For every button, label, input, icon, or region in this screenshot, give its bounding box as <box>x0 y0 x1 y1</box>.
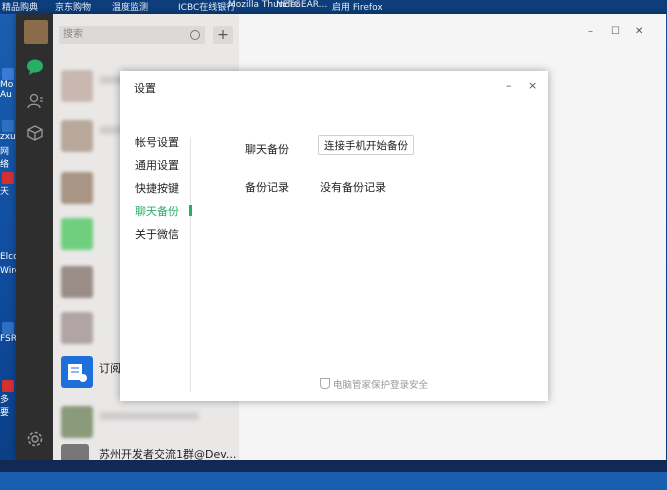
chat-avatar <box>61 70 93 102</box>
dialog-body: 帐号设置 通用设置 快捷按键 聊天备份 关于微信 聊天备份 连接手机开始备份 备… <box>120 101 548 401</box>
record-label: 备份记录 <box>245 181 289 194</box>
shield-icon <box>320 378 330 389</box>
search-placeholder: 搜索 <box>63 29 83 40</box>
dialog-close-button[interactable]: × <box>528 79 537 92</box>
desktop-icon[interactable]: Mo <box>0 68 16 90</box>
add-button[interactable]: + <box>213 26 233 44</box>
favorites-cube-icon[interactable] <box>26 124 44 142</box>
menu-about[interactable]: 关于微信 <box>135 226 179 242</box>
active-menu-indicator <box>189 205 192 216</box>
subscription-icon <box>61 356 93 388</box>
record-value: 没有备份记录 <box>320 181 386 194</box>
dialog-header: 设置 – × <box>120 71 548 101</box>
settings-dialog: 设置 – × 帐号设置 通用设置 快捷按键 聊天备份 关于微信 聊天备份 连接手… <box>120 71 548 401</box>
desktop-label[interactable]: 温度监测 <box>112 0 148 13</box>
chat-avatar <box>61 172 93 204</box>
chat-avatar <box>61 120 93 152</box>
desktop-label[interactable]: ICBC在线银行 <box>178 0 235 13</box>
desktop-icon[interactable]: Au <box>0 90 16 100</box>
window-close-button[interactable]: ✕ <box>635 26 643 37</box>
dialog-minimize-button[interactable]: – <box>506 79 512 92</box>
search-icon <box>190 30 200 40</box>
backup-label: 聊天备份 <box>245 143 289 156</box>
menu-shortcuts[interactable]: 快捷按键 <box>135 180 179 196</box>
menu-divider <box>190 137 191 392</box>
chat-avatar <box>61 218 93 250</box>
desktop-icon[interactable]: FSRe <box>0 322 22 344</box>
chat-name: 订阅 <box>99 362 121 375</box>
desktop-top-strip: 精品购典 京东购物 温度监测 ICBC在线银行 Mozilla Thunder … <box>0 0 667 14</box>
avatar[interactable] <box>24 20 48 44</box>
desktop-icon[interactable]: Elco <box>0 252 19 262</box>
menu-account-settings[interactable]: 帐号设置 <box>135 134 179 150</box>
window-maximize-button[interactable]: ☐ <box>611 26 620 37</box>
blurred-text <box>99 412 199 420</box>
desktop-label[interactable]: 启用 Firefox <box>332 0 383 13</box>
chat-avatar <box>61 266 93 298</box>
windows-taskbar <box>0 460 667 472</box>
search-input[interactable]: 搜索 <box>59 26 205 44</box>
desktop-icon[interactable]: 网络 <box>0 144 16 170</box>
contacts-icon[interactable] <box>26 92 44 110</box>
desktop-icon[interactable]: 天 <box>0 172 16 197</box>
connect-phone-backup-button[interactable]: 连接手机开始备份 <box>318 135 414 155</box>
chat-avatar <box>61 312 93 344</box>
desktop-icon[interactable]: zxu <box>0 120 16 142</box>
menu-chat-backup[interactable]: 聊天备份 <box>135 203 179 219</box>
menu-general-settings[interactable]: 通用设置 <box>135 157 179 173</box>
dialog-title: 设置 <box>134 82 156 95</box>
gear-icon[interactable] <box>26 430 44 448</box>
desktop-icon[interactable]: Wire <box>0 266 20 276</box>
desktop-label[interactable]: 精品购典 <box>2 0 38 13</box>
chat-icon[interactable] <box>26 58 44 76</box>
desktop-icon[interactable]: 多要 <box>0 380 16 418</box>
desktop-label[interactable]: NETGEAR... <box>276 0 327 10</box>
footer-text: 电脑管家保护登录安全 <box>333 380 429 391</box>
window-minimize-button[interactable]: – <box>588 26 593 37</box>
desktop-label[interactable]: 京东购物 <box>55 0 91 13</box>
nav-sidebar <box>16 14 53 460</box>
security-footer: 电脑管家保护登录安全 <box>320 377 428 391</box>
